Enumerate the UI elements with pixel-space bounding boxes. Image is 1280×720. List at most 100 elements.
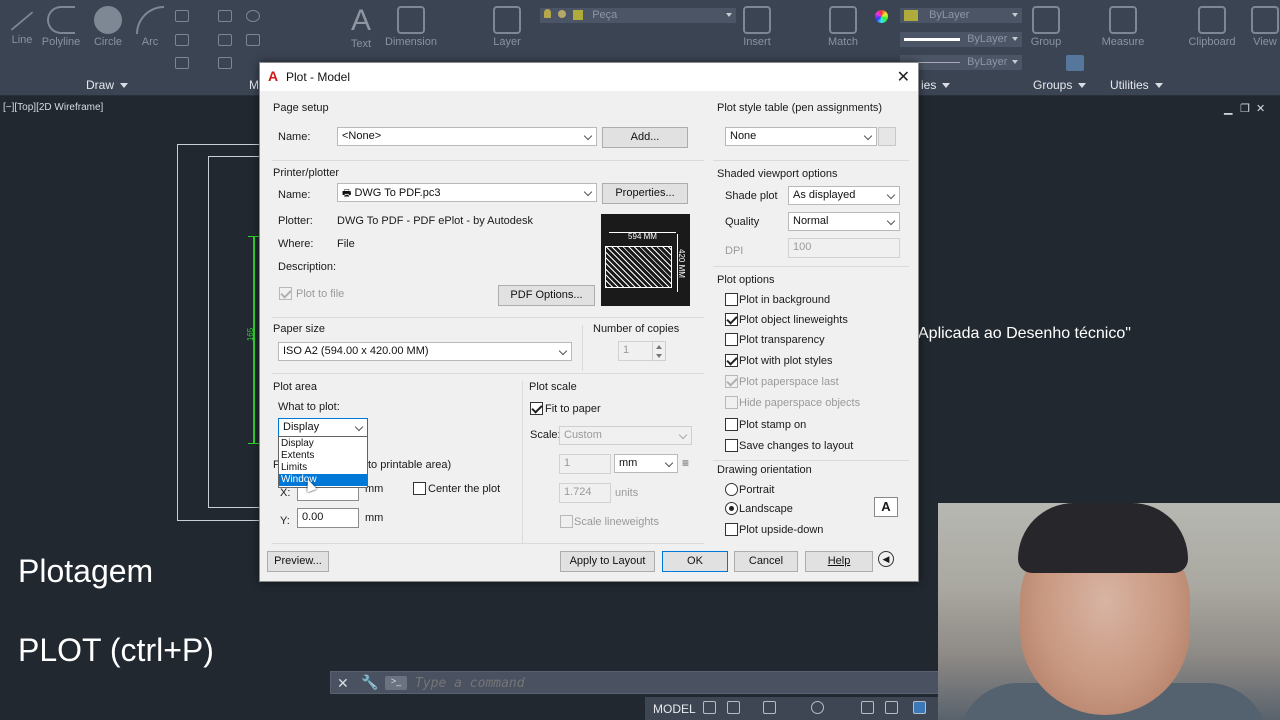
printer-name-select[interactable]: 🖶 DWG To PDF.pc3 [337, 183, 597, 202]
layer-dropdown[interactable]: Peça [540, 8, 736, 23]
insert-block-button[interactable]: Insert [735, 4, 779, 54]
y-offset-input[interactable]: 0.00 [297, 508, 359, 528]
mirror-icon[interactable] [246, 34, 260, 46]
osnap-icon[interactable] [861, 701, 874, 714]
layer-properties-button[interactable]: Layer [485, 4, 529, 54]
plot-with-plot-styles-label: Plot with plot styles [739, 355, 833, 367]
measure-button[interactable]: Measure [1098, 4, 1148, 54]
plot-paperspace-last-checkbox[interactable] [725, 375, 738, 388]
plot-object-lineweights-checkbox[interactable] [725, 313, 738, 326]
ok-button[interactable]: OK [662, 551, 728, 572]
properties-panel-label[interactable]: ies [921, 78, 950, 94]
option-extents[interactable]: Extents [279, 450, 367, 462]
landscape-radio[interactable] [725, 502, 738, 515]
plot-stamp-on-checkbox[interactable] [725, 418, 738, 431]
group-button[interactable]: Group [1024, 4, 1068, 54]
viewport-controls[interactable]: [−][Top][2D Wireframe] [3, 102, 103, 113]
ortho-icon[interactable] [763, 701, 776, 714]
scale-unit-select[interactable]: mm [614, 454, 678, 473]
dimension-tool-button[interactable]: Dimension [385, 4, 437, 54]
rectangle-icon[interactable] [175, 10, 189, 22]
selection-cycling-icon[interactable] [913, 701, 926, 714]
plot-upside-down-checkbox[interactable] [725, 523, 738, 536]
scale-select[interactable]: Custom [559, 426, 692, 445]
view-button[interactable]: View [1248, 4, 1280, 54]
color-wheel-icon[interactable] [875, 10, 888, 23]
plot-to-file-checkbox[interactable] [279, 287, 292, 300]
polyline-tool-button[interactable]: Polyline [38, 4, 84, 54]
close-drawing-icon[interactable]: ✕ [1256, 102, 1265, 115]
clipboard-icon [1198, 6, 1226, 34]
pdf-options-button[interactable]: PDF Options... [498, 285, 595, 306]
close-icon[interactable]: ✕ [897, 67, 910, 87]
option-limits[interactable]: Limits [279, 462, 367, 474]
plot-in-background-checkbox[interactable] [725, 293, 738, 306]
fit-to-paper-checkbox[interactable] [530, 402, 543, 415]
collapse-options-icon[interactable]: ◀ [878, 551, 894, 567]
plot-paperspace-last-label: Plot paperspace last [739, 376, 839, 388]
stretch-icon[interactable] [218, 57, 232, 69]
arc-tool-button[interactable]: Arc [128, 4, 172, 54]
command-input[interactable] [413, 674, 913, 692]
preview-button[interactable]: Preview... [267, 551, 329, 572]
scale-value1-input[interactable]: 1 [559, 454, 611, 474]
plotter-icon: 🖶 [342, 188, 352, 199]
restore-icon[interactable]: ❐ [1240, 102, 1250, 115]
customize-wrench-icon[interactable]: 🔧 [361, 674, 378, 691]
group-select-icon[interactable] [1066, 55, 1084, 71]
copy-icon[interactable] [218, 34, 232, 46]
command-prompt-icon[interactable]: >_ [385, 676, 407, 690]
hatch-icon[interactable] [175, 34, 189, 46]
polar-tracking-icon[interactable] [811, 701, 824, 714]
draw-panel-label[interactable]: Draw [86, 78, 128, 94]
rotate-icon[interactable] [246, 10, 260, 22]
portrait-radio[interactable] [725, 483, 738, 496]
separator [272, 373, 704, 374]
scale-value2-input[interactable]: 1.724 [559, 483, 611, 503]
plot-with-plot-styles-checkbox[interactable] [725, 354, 738, 367]
hide-paperspace-objects-checkbox[interactable] [725, 396, 738, 409]
model-space-toggle[interactable]: MODEL [653, 702, 696, 716]
save-changes-to-layout-checkbox[interactable] [725, 439, 738, 452]
region-icon[interactable] [175, 57, 189, 69]
circle-tool-button[interactable]: Circle [86, 4, 130, 54]
close-command-icon[interactable]: ✕ [337, 675, 349, 692]
preview-height-label: 420 MM [677, 234, 686, 292]
where-label: Where: [278, 238, 314, 250]
plot-style-table-select[interactable]: None [725, 127, 877, 146]
move-icon[interactable] [218, 10, 232, 22]
dpi-input[interactable]: 100 [788, 238, 900, 258]
apply-to-layout-button[interactable]: Apply to Layout [560, 551, 655, 572]
page-setup-name-select[interactable]: <None> [337, 127, 597, 146]
cancel-button[interactable]: Cancel [734, 551, 798, 572]
utilities-panel-label[interactable]: Utilities [1110, 78, 1163, 94]
add-page-setup-button[interactable]: Add... [602, 127, 688, 148]
scale-lineweights-checkbox[interactable] [560, 515, 573, 528]
help-button[interactable]: Help [805, 551, 873, 572]
shade-plot-select[interactable]: As displayed [788, 186, 900, 205]
paper-size-select[interactable]: ISO A2 (594.00 x 420.00 MM) [278, 342, 572, 361]
option-display[interactable]: Display [279, 438, 367, 450]
clipboard-button[interactable]: Clipboard [1186, 4, 1238, 54]
minimize-icon[interactable]: ▁ [1224, 102, 1232, 115]
equals-icon: ≡ [682, 456, 690, 470]
edit-plot-style-icon[interactable] [878, 127, 896, 146]
quality-select[interactable]: Normal [788, 212, 900, 231]
center-plot-checkbox[interactable] [413, 482, 426, 495]
separator [713, 460, 909, 461]
match-properties-button[interactable]: Match [821, 4, 865, 54]
save-changes-to-layout-label: Save changes to layout [739, 440, 854, 452]
color-dropdown[interactable]: ByLayer [900, 8, 1022, 23]
copies-spinner[interactable] [652, 341, 666, 361]
groups-panel-label[interactable]: Groups [1033, 78, 1086, 94]
overlay-command: PLOT (ctrl+P) [18, 632, 214, 668]
properties-button[interactable]: Properties... [602, 183, 688, 204]
lineweight-toggle-icon[interactable] [885, 701, 898, 714]
plot-transparency-checkbox[interactable] [725, 333, 738, 346]
option-window[interactable]: Window [279, 474, 367, 486]
what-to-plot-select[interactable]: Display [278, 418, 368, 437]
linetype-dropdown[interactable]: ByLayer [900, 32, 1022, 47]
grid-icon[interactable] [703, 701, 716, 714]
text-tool-button[interactable]: A Text [339, 4, 383, 54]
snap-icon[interactable] [727, 701, 740, 714]
